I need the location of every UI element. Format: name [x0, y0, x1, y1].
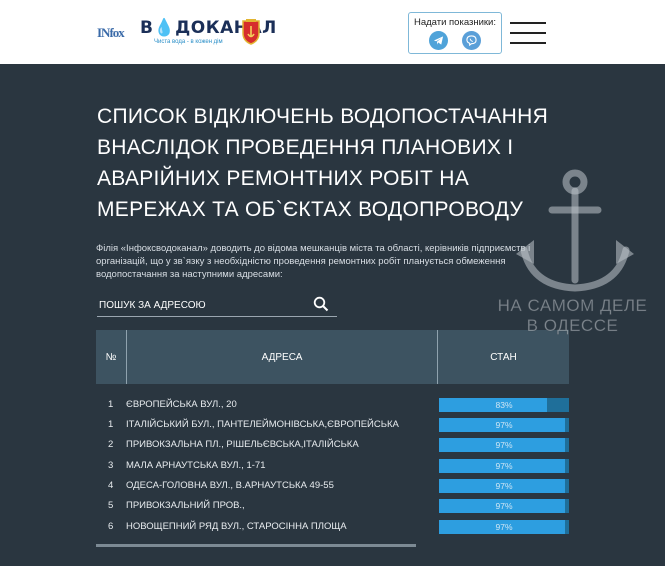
hamburger-menu-icon[interactable] [510, 20, 546, 46]
table-row: 6 НОВОЩЕПНИЙ РЯД ВУЛ., СТАРОСІННА ПЛОЩА … [96, 518, 569, 538]
status-progress-bar: 97% [439, 520, 569, 534]
row-number: 2 [108, 439, 114, 450]
status-progress-bar: 97% [439, 499, 569, 513]
anchor-icon [516, 169, 634, 292]
progress-label: 97% [495, 481, 513, 491]
status-progress-bar: 97% [439, 479, 569, 493]
table-row: 5 ПРИВОКЗАЛЬНИЙ ПРОВ., 97% [96, 497, 569, 517]
address-search [97, 293, 337, 317]
row-address: ІТАЛІЙСЬКИЙ БУЛ., ПАНТЕЛЕЙМОНІВСЬКА,ЄВРО… [126, 419, 399, 430]
table-header: № АДРЕСА СТАН [96, 330, 569, 384]
row-number: 1 [108, 399, 114, 410]
column-header-address: АДРЕСА [126, 330, 438, 384]
status-progress-bar: 83% [439, 398, 569, 412]
status-progress-bar: 97% [439, 459, 569, 473]
submit-readings-label: Надати показники: [413, 17, 497, 28]
site-header: INfox В💧ДОКАНАЛ Чиста вода - в кожен дім… [0, 0, 665, 64]
progress-label: 97% [495, 461, 513, 471]
row-number: 3 [108, 460, 114, 471]
search-input[interactable] [99, 297, 304, 313]
status-progress-bar: 97% [439, 418, 569, 432]
row-address: ПРИВОКЗАЛЬНА ПЛ., РІШЕЛЬЄВСЬКА,ІТАЛІЙСЬК… [126, 439, 359, 450]
row-number: 4 [108, 480, 114, 491]
logo-slogan: Чиста вода - в кожен дім [154, 39, 223, 45]
column-header-number: № [105, 351, 117, 363]
telegram-icon[interactable] [429, 31, 448, 50]
row-address: ПРИВОКЗАЛЬНИЙ ПРОВ., [126, 500, 245, 511]
status-progress-bar: 97% [439, 438, 569, 452]
progress-label: 97% [495, 522, 513, 532]
row-number: 1 [108, 419, 114, 430]
table-scrollbar[interactable] [96, 544, 416, 547]
progress-label: 97% [495, 420, 513, 430]
table-row: 1 ІТАЛІЙСЬКИЙ БУЛ., ПАНТЕЛЕЙМОНІВСЬКА,ЄВ… [96, 416, 569, 436]
progress-label: 97% [495, 501, 513, 511]
table-row: 2 ПРИВОКЗАЛЬНА ПЛ., РІШЕЛЬЄВСЬКА,ІТАЛІЙС… [96, 436, 569, 456]
infox-logo-text: INfox [97, 25, 125, 40]
search-icon[interactable] [313, 296, 329, 312]
table-row: 1 ЄВРОПЕЙСЬКА ВУЛ., 20 83% [96, 396, 569, 416]
page-title: СПИСОК ВІДКЛЮЧЕНЬ ВОДОПОСТАЧАННЯ ВНАСЛІД… [97, 105, 549, 221]
row-address: ЄВРОПЕЙСЬКА ВУЛ., 20 [126, 399, 237, 410]
column-header-status: СТАН [490, 351, 517, 363]
row-address: ОДЕСА-ГОЛОВНА ВУЛ., В.АРНАУТСЬКА 49-55 [126, 480, 334, 491]
row-number: 5 [108, 500, 114, 511]
water-drop-icon: 💧 [153, 18, 176, 38]
watermark-line-2: В ОДЕССЕ [526, 316, 619, 336]
intro-text: Філія «Інфоксводоканал» доводить до відо… [96, 243, 531, 280]
table-row: 4 ОДЕСА-ГОЛОВНА ВУЛ., В.АРНАУТСЬКА 49-55… [96, 477, 569, 497]
watermark-line-1: НА САМОМ ДЕЛЕ [497, 296, 648, 316]
row-address: НОВОЩЕПНИЙ РЯД ВУЛ., СТАРОСІННА ПЛОЩА [126, 521, 347, 532]
submit-readings-box: Надати показники: [408, 12, 502, 54]
row-number: 6 [108, 521, 114, 532]
infox-logo[interactable]: INfox [97, 19, 133, 45]
table-row: 3 МАЛА АРНАУТСЬКА ВУЛ., 1-71 97% [96, 457, 569, 477]
viber-icon[interactable] [462, 31, 481, 50]
row-address: МАЛА АРНАУТСЬКА ВУЛ., 1-71 [126, 460, 266, 471]
progress-label: 83% [495, 400, 513, 410]
progress-label: 97% [495, 440, 513, 450]
city-crest-icon [242, 19, 260, 45]
